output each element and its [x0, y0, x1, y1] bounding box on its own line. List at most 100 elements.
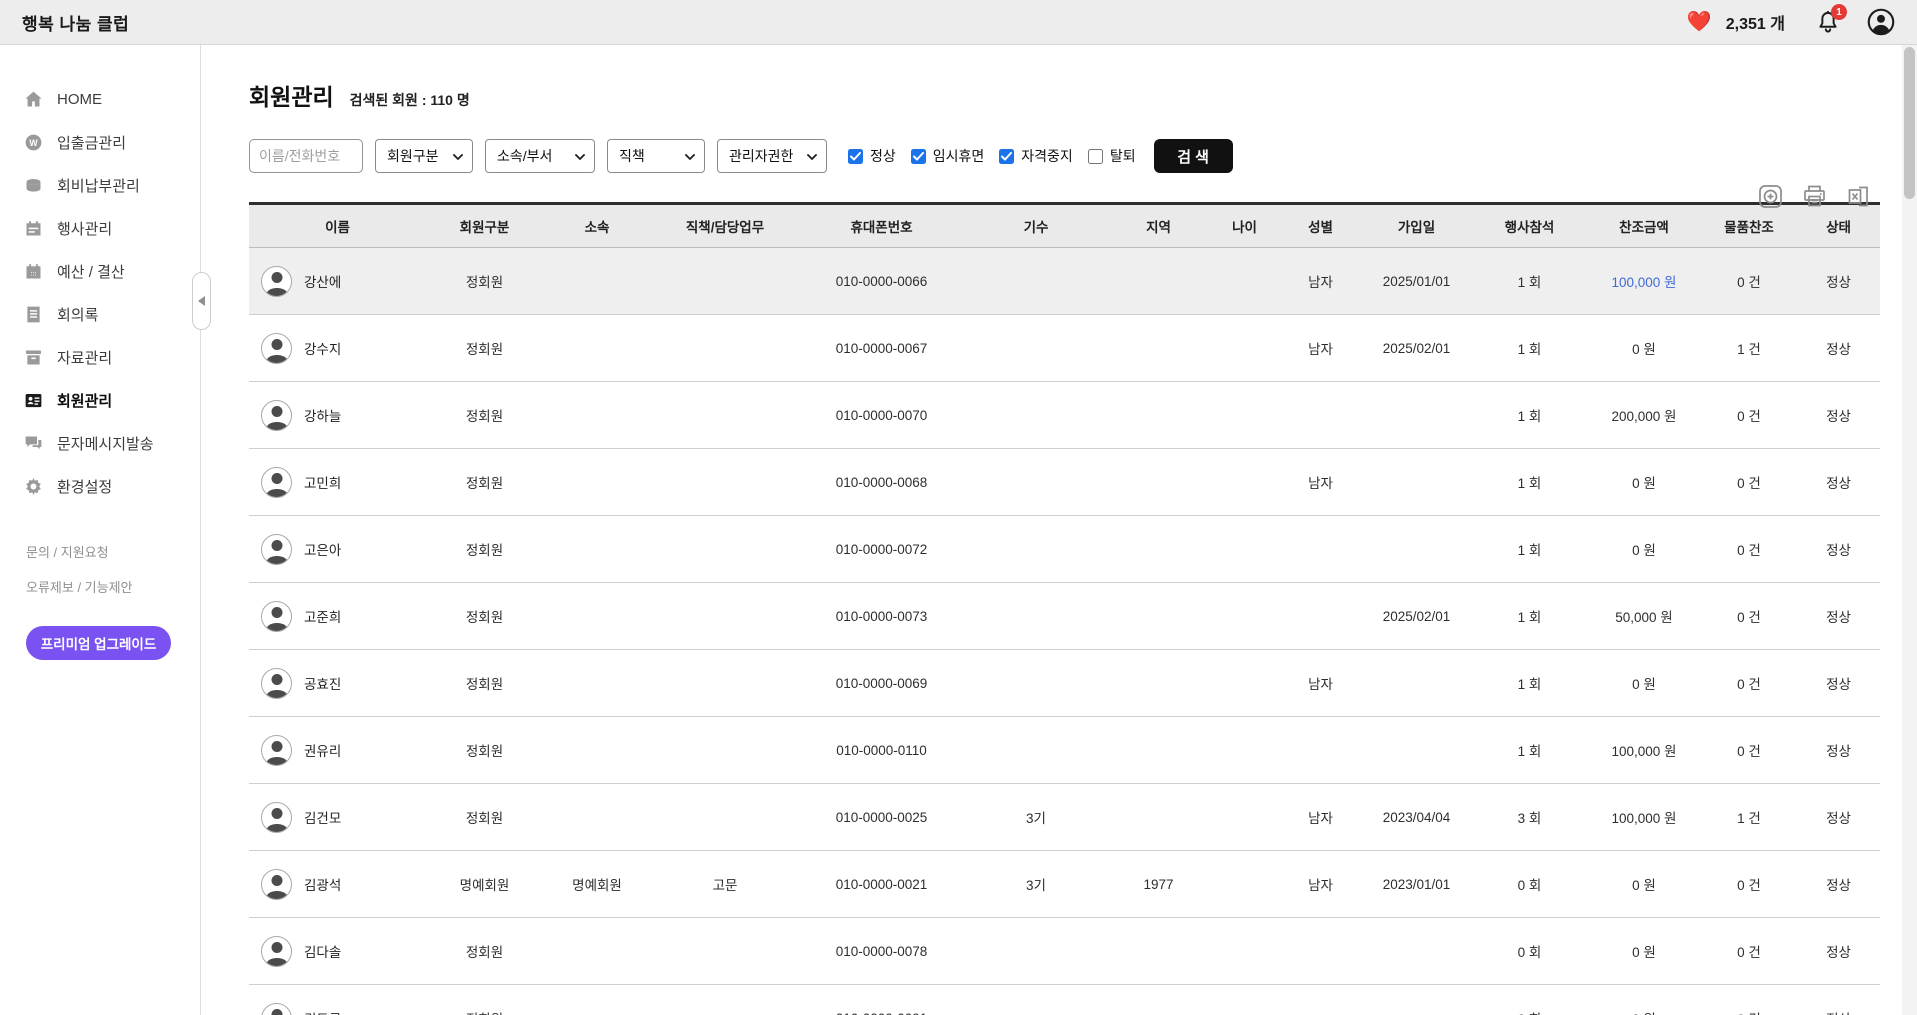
member-name-cell: 고은아	[249, 534, 426, 565]
cell-donation: 0 원	[1587, 650, 1701, 717]
cell-donation: 0 원	[1587, 851, 1701, 918]
cell-attendance: 1 회	[1472, 382, 1587, 449]
sidebar-item-minutes[interactable]: 회의록	[0, 293, 200, 336]
cell-age	[1209, 851, 1280, 918]
cell-age	[1209, 918, 1280, 985]
sidebar-item-members[interactable]: 회원관리	[0, 379, 200, 422]
column-header-status[interactable]: 상태	[1797, 204, 1880, 248]
cell-phone: 010-0000-0069	[799, 650, 964, 717]
column-header-attendance[interactable]: 행사참석	[1472, 204, 1587, 248]
scrollbar-thumb[interactable]	[1904, 47, 1915, 199]
column-header-phone[interactable]: 휴대폰번호	[799, 204, 964, 248]
cell-status: 정상	[1797, 985, 1880, 1015]
sidebar-item-sms[interactable]: 문자메시지발송	[0, 422, 200, 465]
cell-member_type: 정회원	[426, 382, 543, 449]
filter-select-2[interactable]: 소속/부서	[485, 139, 595, 173]
sidebar-collapse-handle[interactable]	[192, 272, 211, 330]
excel-export-icon[interactable]	[1845, 183, 1872, 210]
search-input[interactable]	[249, 139, 363, 173]
cell-join_date	[1361, 516, 1472, 583]
table-row[interactable]: 김다솔정회원010-0000-00780 회0 원0 건정상	[249, 918, 1880, 985]
filter-checkbox-1[interactable]: 정상	[848, 146, 896, 166]
support-link-1[interactable]: 문의 / 지원요청	[0, 534, 200, 569]
page-scrollbar[interactable]	[1902, 45, 1917, 1015]
sidebar-item-events[interactable]: 행사관리	[0, 207, 200, 250]
cell-phone: 010-0000-0072	[799, 516, 964, 583]
column-header-name[interactable]: 이름	[249, 204, 426, 248]
table-row[interactable]: 고민희정회원010-0000-0068남자1 회0 원0 건정상	[249, 449, 1880, 516]
table-row[interactable]: 권유리정회원010-0000-01101 회100,000 원0 건정상	[249, 717, 1880, 784]
column-header-gender[interactable]: 성별	[1280, 204, 1361, 248]
column-header-affiliation[interactable]: 소속	[543, 204, 651, 248]
premium-upgrade-button[interactable]: 프리미엄 업그레이드	[26, 626, 171, 660]
cell-phone: 010-0000-0025	[799, 784, 964, 851]
cell-join_date: 2023/04/04	[1361, 784, 1472, 851]
sidebar-item-deposits[interactable]: W 입출금관리	[0, 121, 200, 164]
filter-checkbox-2[interactable]: 임시휴면	[911, 146, 985, 166]
search-button[interactable]: 검 색	[1154, 139, 1233, 173]
column-header-goods[interactable]: 물품찬조	[1701, 204, 1797, 248]
cell-age	[1209, 382, 1280, 449]
cell-role	[651, 449, 799, 516]
cell-donation: 0 원	[1587, 985, 1701, 1015]
cell-gender: 남자	[1280, 315, 1361, 382]
cell-member_type: 정회원	[426, 449, 543, 516]
user-avatar[interactable]	[1867, 8, 1895, 36]
cell-donation: 50,000 원	[1587, 583, 1701, 650]
column-header-age[interactable]: 나이	[1209, 204, 1280, 248]
add-member-icon[interactable]	[1757, 183, 1784, 210]
sidebar-item-settings[interactable]: 환경설정	[0, 465, 200, 508]
filter-select-4[interactable]: 관리자권한	[717, 139, 827, 173]
print-icon[interactable]	[1801, 183, 1828, 210]
cell-join_date	[1361, 449, 1472, 516]
sidebar-item-budget[interactable]: ::: 예산 / 결산	[0, 250, 200, 293]
support-link-2[interactable]: 오류제보 / 기능제안	[0, 569, 200, 604]
table-row[interactable]: 김광석명예회원명예회원고문010-0000-00213기1977남자2023/0…	[249, 851, 1880, 918]
cell-goods: 1 건	[1701, 315, 1797, 382]
column-header-role[interactable]: 직책/담당업무	[651, 204, 799, 248]
table-row[interactable]: 고은아정회원010-0000-00721 회0 원0 건정상	[249, 516, 1880, 583]
cell-attendance: 1 회	[1472, 516, 1587, 583]
cell-phone: 010-0000-0110	[799, 717, 964, 784]
filter-checkbox-4[interactable]: 탈퇴	[1088, 146, 1136, 166]
table-row[interactable]: 강산에정회원010-0000-0066남자2025/01/011 회100,00…	[249, 248, 1880, 315]
table-row[interactable]: 공효진정회원010-0000-0069남자1 회0 원0 건정상	[249, 650, 1880, 717]
main-content: 회원관리 검색된 회원 : 110 명 회원구분 소속/부서 직책 관리자권한 …	[201, 45, 1917, 1015]
cell-region	[1108, 985, 1209, 1015]
filter-select-1[interactable]: 회원구분	[375, 139, 473, 173]
column-header-donation[interactable]: 찬조금액	[1587, 204, 1701, 248]
sidebar-item-home[interactable]: HOME	[0, 78, 200, 121]
cell-donation[interactable]: 100,000 원	[1587, 248, 1701, 315]
notification-bell-icon[interactable]: 1	[1815, 9, 1841, 35]
table-row[interactable]: 김도균정회원010-0000-00910 회0 원0 건정상	[249, 985, 1880, 1015]
table-row[interactable]: 강하늘정회원010-0000-00701 회200,000 원0 건정상	[249, 382, 1880, 449]
column-header-cohort[interactable]: 기수	[964, 204, 1108, 248]
cell-join_date: 2025/02/01	[1361, 315, 1472, 382]
member-avatar-icon	[261, 467, 292, 498]
cell-member_type: 정회원	[426, 784, 543, 851]
cell-phone: 010-0000-0073	[799, 583, 964, 650]
sidebar-item-materials[interactable]: 자료관리	[0, 336, 200, 379]
svg-text:W: W	[29, 138, 38, 148]
sidebar-item-fees[interactable]: 회비납부관리	[0, 164, 200, 207]
cell-affiliation: 명예회원	[543, 851, 651, 918]
member-name-cell: 강산에	[249, 266, 426, 297]
column-header-region[interactable]: 지역	[1108, 204, 1209, 248]
toolbar-icons	[1757, 183, 1872, 210]
filter-checkbox-3[interactable]: 자격중지	[999, 146, 1073, 166]
ledger-icon: :::	[23, 261, 44, 282]
member-avatar-icon	[261, 735, 292, 766]
member-name-cell: 고민희	[249, 467, 426, 498]
filter-select-3[interactable]: 직책	[607, 139, 705, 173]
cell-role	[651, 382, 799, 449]
table-row[interactable]: 강수지정회원010-0000-0067남자2025/02/011 회0 원1 건…	[249, 315, 1880, 382]
table-row[interactable]: 고준희정회원010-0000-00732025/02/011 회50,000 원…	[249, 583, 1880, 650]
svg-text::::: :::	[30, 270, 36, 277]
cell-phone: 010-0000-0070	[799, 382, 964, 449]
id-card-icon	[23, 390, 44, 411]
member-avatar-icon	[261, 601, 292, 632]
member-avatar-icon	[261, 936, 292, 967]
table-row[interactable]: 김건모정회원010-0000-00253기남자2023/04/043 회100,…	[249, 784, 1880, 851]
column-header-member_type[interactable]: 회원구분	[426, 204, 543, 248]
column-header-join_date[interactable]: 가입일	[1361, 204, 1472, 248]
